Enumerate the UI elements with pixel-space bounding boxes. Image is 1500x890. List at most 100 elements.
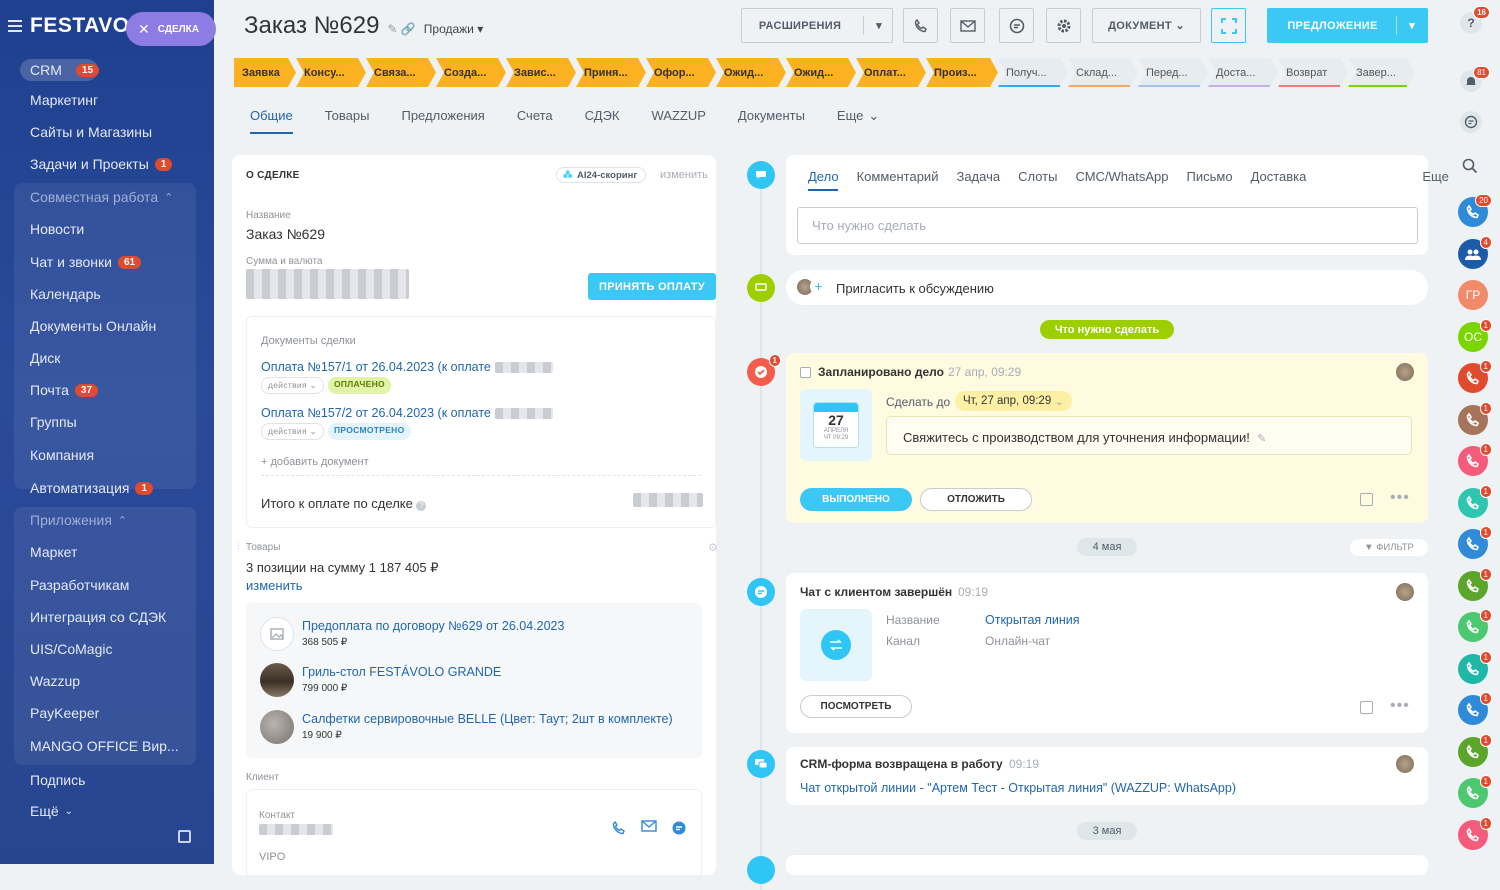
proposal-button[interactable]: ПРЕДЛОЖЕНИЕ ▾	[1267, 8, 1428, 43]
sidebar-item[interactable]: Группы	[30, 414, 77, 430]
edit-icon[interactable]: ✎ 🔗	[387, 22, 415, 36]
document-link[interactable]: Оплата №157/1 от 26.04.2023 (к оплате	[261, 360, 491, 374]
sidebar-item[interactable]: Интеграция со СДЭК	[30, 609, 166, 625]
actions-dropdown[interactable]: действия ⌄	[261, 423, 324, 440]
sidebar-item[interactable]: Новости	[30, 221, 84, 237]
stage-4[interactable]: Созда...	[436, 58, 506, 87]
note-icon[interactable]	[1360, 493, 1373, 506]
category-select[interactable]: Продажи ▾	[424, 22, 483, 36]
chat-name-link[interactable]: Открытая линия	[985, 613, 1080, 627]
stage-14[interactable]: Перед...	[1138, 58, 1208, 87]
tab-5[interactable]: СДЭК	[569, 108, 636, 138]
sidebar-item[interactable]: Совместная работа ⌃	[30, 189, 173, 205]
recent-chat-avatar[interactable]: 1	[1458, 443, 1492, 476]
recent-chat-avatar[interactable]: 1	[1458, 484, 1492, 518]
sidebar-item[interactable]: PayKeeper	[30, 705, 99, 721]
stage-3[interactable]: Связа...	[366, 58, 436, 87]
extensions-button[interactable]: РАСШИРЕНИЯ ▾	[741, 8, 893, 43]
sidebar-item[interactable]: Документы Онлайн	[30, 318, 156, 334]
mail-icon[interactable]	[641, 820, 657, 832]
recent-chat-avatar[interactable]: 1	[1458, 360, 1492, 393]
recent-chat-avatar[interactable]: 1	[1458, 401, 1492, 435]
settings-icon[interactable]	[178, 830, 191, 843]
products-change-link[interactable]: изменить	[246, 578, 303, 593]
stage-2[interactable]: Консу...	[296, 58, 366, 87]
sidebar-item[interactable]: Подпись	[30, 772, 85, 788]
stage-5[interactable]: Завис...	[506, 58, 576, 87]
recent-chat-avatar[interactable]: ГР	[1458, 280, 1488, 310]
actions-dropdown[interactable]: действия ⌄	[261, 377, 324, 394]
ai-scoring-chip[interactable]: ⁂ AI24-скоринг	[556, 167, 647, 183]
sidebar-item[interactable]: Ещё ⌄	[30, 803, 73, 819]
chevron-up-icon[interactable]: ⌃	[118, 514, 127, 527]
tab-1[interactable]: Общие	[234, 108, 309, 138]
settings-button[interactable]	[1046, 8, 1081, 43]
tab-2[interactable]: Товары	[309, 108, 386, 138]
recent-chat-avatar[interactable]: ОС 1	[1458, 318, 1492, 352]
help-icon[interactable]: ? 16	[1460, 6, 1490, 34]
recent-chat-avatar[interactable]: 4	[1458, 235, 1492, 269]
sidebar-item[interactable]: Почта 37	[30, 382, 99, 398]
activity-tab-7[interactable]: Доставка	[1251, 169, 1307, 185]
activity-tab-4[interactable]: Слоты	[1018, 169, 1057, 185]
recent-chat-avatar[interactable]: 1	[1458, 526, 1492, 559]
stage-7[interactable]: Офор...	[646, 58, 716, 87]
recent-chat-avatar[interactable]: 1	[1458, 650, 1492, 684]
phone-button[interactable]	[903, 8, 938, 43]
bell-icon[interactable]: 81	[1460, 66, 1490, 92]
view-button[interactable]: ПОСМОТРЕТЬ	[800, 695, 912, 718]
stage-10[interactable]: Оплат...	[856, 58, 926, 87]
product-name[interactable]: Салфетки сервировочные BELLE (Цвет: Таут…	[302, 712, 673, 726]
gear-icon[interactable]: ⚙	[708, 541, 718, 554]
chevron-up-icon[interactable]: ⌃	[164, 191, 173, 204]
sidebar-item[interactable]: Wazzup	[30, 673, 80, 689]
task-checkbox[interactable]	[800, 367, 811, 378]
tab-8[interactable]: Еще ⌄	[821, 108, 895, 138]
recent-chat-avatar[interactable]: 1	[1458, 733, 1492, 767]
mail-button[interactable]	[950, 8, 985, 43]
stage-15[interactable]: Доста...	[1208, 58, 1278, 87]
plus-icon[interactable]: +	[810, 278, 827, 295]
activity-tab-1[interactable]: Дело	[808, 169, 839, 185]
stage-16[interactable]: Возврат	[1278, 58, 1348, 87]
recent-chat-avatar[interactable]: 1	[1458, 567, 1492, 601]
stage-1[interactable]: Заявка	[234, 58, 296, 87]
activity-tab-8[interactable]: Еще	[1422, 169, 1448, 185]
done-button[interactable]: ВЫПОЛНЕНО	[800, 488, 912, 511]
recent-chat-avatar[interactable]: 1	[1458, 775, 1492, 808]
recent-chat-avatar[interactable]: 1	[1458, 609, 1492, 642]
sidebar-item[interactable]: Диск	[30, 350, 60, 366]
deal-chip[interactable]: ✕ СДЕЛКА	[126, 12, 216, 46]
form-link[interactable]: Чат открытой линии - "Артем Тест - Откры…	[800, 781, 1236, 795]
sidebar-item[interactable]: Сайты и Магазины	[30, 124, 152, 140]
more-icon[interactable]: •••	[1390, 489, 1410, 507]
menu-icon[interactable]	[8, 20, 22, 32]
product-name[interactable]: Предоплата по договору №629 от 26.04.202…	[302, 619, 564, 633]
sidebar-item[interactable]: Чат и звонки 61	[30, 254, 142, 270]
search-icon[interactable]	[1462, 158, 1478, 177]
chat-icon[interactable]	[1460, 111, 1482, 133]
product-name[interactable]: Гриль-стол FESTÁVOLO GRANDE	[302, 665, 501, 679]
stage-17[interactable]: Завер...	[1348, 58, 1415, 87]
activity-tab-3[interactable]: Задача	[956, 169, 1000, 185]
more-icon[interactable]: •••	[1390, 697, 1410, 715]
document-button[interactable]: ДОКУМЕНТ ⌄	[1092, 8, 1201, 43]
sidebar-item[interactable]: Приложения ⌃	[30, 512, 127, 528]
stage-12[interactable]: Получ...	[998, 58, 1068, 87]
drag-handle-icon[interactable]: ⋮⋮	[234, 540, 252, 551]
sidebar-item[interactable]: Компания	[30, 447, 94, 463]
chevron-down-icon[interactable]: ⌄	[65, 806, 73, 817]
activity-tab-2[interactable]: Комментарий	[857, 169, 939, 185]
sidebar-item[interactable]: Задачи и Проекты 1	[30, 156, 173, 172]
stage-9[interactable]: Ожид...	[786, 58, 856, 87]
close-icon[interactable]: ✕	[138, 21, 150, 38]
recent-chat-avatar[interactable]: 1	[1458, 692, 1492, 725]
invite-card[interactable]: + Пригласить к обсуждению	[786, 270, 1428, 305]
deal-name-value[interactable]: Заказ №629	[246, 226, 325, 242]
stage-8[interactable]: Ожид...	[716, 58, 786, 87]
sidebar-item-crm[interactable]: CRM 15	[20, 59, 100, 81]
tab-6[interactable]: WAZZUP	[636, 108, 722, 138]
deadline-selector[interactable]: Чт, 27 апр, 09:29 ⌄	[955, 391, 1073, 411]
chat-button[interactable]	[999, 8, 1034, 43]
phone-icon[interactable]	[611, 820, 627, 836]
